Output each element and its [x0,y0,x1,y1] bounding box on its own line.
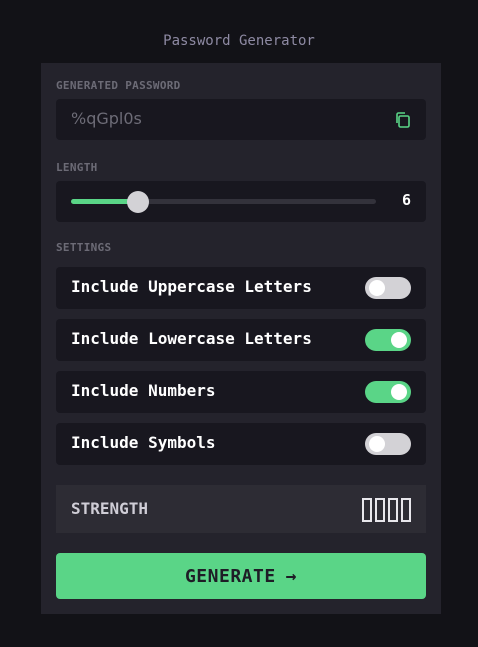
length-label: LENGTH [56,161,98,174]
strength-bar [362,498,372,522]
setting-numbers-label: Include Numbers [71,381,216,400]
length-slider[interactable] [71,191,376,213]
copy-icon[interactable] [394,111,412,129]
length-slider-thumb[interactable] [127,191,150,213]
setting-lowercase-label: Include Lowercase Letters [71,329,312,348]
setting-lowercase: Include Lowercase Letters [56,319,426,361]
arrow-right-icon: → [285,565,298,587]
toggle-knob [391,384,407,400]
app-title: Password Generator [163,33,315,49]
password-display: %qGpl0s [56,99,426,140]
length-control: 6 [56,181,426,222]
lowercase-toggle[interactable] [365,329,411,351]
setting-symbols-label: Include Symbols [71,433,216,452]
numbers-toggle[interactable] [365,381,411,403]
strength-bar [401,498,411,522]
setting-uppercase-label: Include Uppercase Letters [71,277,312,296]
generate-button[interactable]: GENERATE → [56,553,426,599]
generator-card: GENERATED PASSWORD %qGpl0s LENGTH 6 SETT… [41,63,441,614]
strength-meter: STRENGTH [56,485,426,533]
strength-bar [388,498,398,522]
toggle-knob [369,280,385,296]
strength-label: STRENGTH [71,499,149,518]
generate-label: GENERATE [184,565,276,587]
length-value: 6 [401,191,411,209]
setting-numbers: Include Numbers [56,371,426,413]
symbols-toggle[interactable] [365,433,411,455]
generated-password-label: GENERATED PASSWORD [56,79,181,92]
toggle-knob [369,436,385,452]
setting-uppercase: Include Uppercase Letters [56,267,426,309]
uppercase-toggle[interactable] [365,277,411,299]
setting-symbols: Include Symbols [56,423,426,465]
strength-bar [375,498,385,522]
password-text: %qGpl0s [71,109,142,128]
strength-bars [362,498,411,522]
settings-label: SETTINGS [56,241,112,254]
toggle-knob [391,332,407,348]
